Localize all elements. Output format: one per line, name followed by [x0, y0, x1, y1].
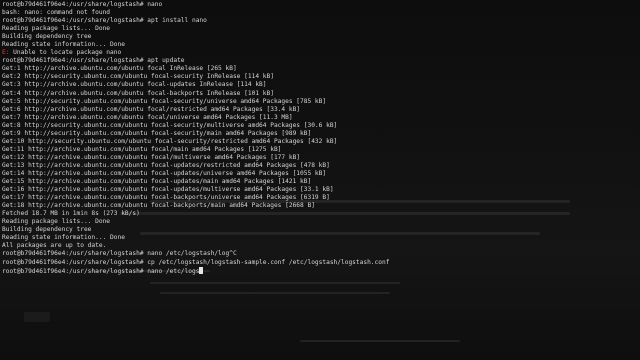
- terminal-line: root@b79d461f96e4:/usr/share/logstash# a…: [2, 17, 207, 25]
- terminal-error-line: E: Unable to locate package nano: [2, 49, 638, 57]
- terminal-line: Get:9 http://security.ubuntu.com/ubuntu …: [2, 129, 312, 137]
- terminal-line: Get:12 http://archive.ubuntu.com/ubuntu …: [2, 153, 301, 161]
- terminal-line: Get:3 http://archive.ubuntu.com/ubuntu f…: [2, 81, 267, 89]
- terminal-line: bash: nano: command not found: [2, 9, 111, 17]
- terminal-line: root@b79d461f96e4:/usr/share/logstash# c…: [2, 258, 390, 266]
- error-message: Unable to locate package nano: [9, 49, 122, 57]
- terminal-line: Get:14 http://archive.ubuntu.com/ubuntu …: [2, 169, 327, 177]
- terminal-line: Get:11 http://archive.ubuntu.com/ubuntu …: [2, 145, 282, 153]
- terminal-line: Get:13 http://archive.ubuntu.com/ubuntu …: [2, 161, 330, 169]
- terminal-line: Fetched 18.7 MB in 1min 8s (273 kB/s): [2, 210, 140, 218]
- terminal-line: Get:7 http://archive.ubuntu.com/ubuntu f…: [2, 113, 293, 121]
- current-command[interactable]: root@b79d461f96e4:/usr/share/logstash# n…: [2, 268, 199, 275]
- terminal-line: Get:5 http://security.ubuntu.com/ubuntu …: [2, 97, 327, 105]
- terminal-line: Get:18 http://archive.ubuntu.com/ubuntu …: [2, 202, 315, 210]
- terminal-output: root@b79d461f96e4:/usr/share/logstash# n…: [2, 1, 638, 275]
- terminal-window[interactable]: root@b79d461f96e4:/usr/share/logstash# n…: [0, 0, 640, 360]
- text-cursor: [199, 266, 204, 274]
- terminal-line: Get:1 http://archive.ubuntu.com/ubuntu f…: [2, 65, 237, 73]
- terminal-line: Reading state information... Done: [2, 41, 125, 49]
- terminal-line: Get:6 http://archive.ubuntu.com/ubuntu f…: [2, 105, 301, 113]
- terminal-line: Get:2 http://security.ubuntu.com/ubuntu …: [2, 73, 274, 81]
- terminal-line: root@b79d461f96e4:/usr/share/logstash# a…: [2, 57, 185, 65]
- terminal-line: Get:16 http://archive.ubuntu.com/ubuntu …: [2, 186, 334, 194]
- terminal-line: All packages are up to date.: [2, 242, 107, 250]
- terminal-line: Reading package lists... Done: [2, 218, 111, 226]
- terminal-line: Reading package lists... Done: [2, 25, 111, 33]
- terminal-line: Get:15 http://archive.ubuntu.com/ubuntu …: [2, 178, 312, 186]
- terminal-line: Get:17 http://archive.ubuntu.com/ubuntu …: [2, 194, 330, 202]
- terminal-line: Get:10 http://security.ubuntu.com/ubuntu…: [2, 137, 338, 145]
- terminal-line: root@b79d461f96e4:/usr/share/logstash# n…: [2, 250, 237, 258]
- terminal-line: root@b79d461f96e4:/usr/share/logstash# n…: [2, 1, 163, 8]
- terminal-line: Reading state information... Done: [2, 234, 125, 242]
- terminal-line: Building dependency tree: [2, 226, 92, 234]
- terminal-prompt-line[interactable]: root@b79d461f96e4:/usr/share/logstash# n…: [2, 266, 638, 275]
- terminal-line: Building dependency tree: [2, 33, 92, 41]
- terminal-line: Get:4 http://archive.ubuntu.com/ubuntu f…: [2, 89, 274, 97]
- terminal-line: Get:8 http://security.ubuntu.com/ubuntu …: [2, 121, 338, 129]
